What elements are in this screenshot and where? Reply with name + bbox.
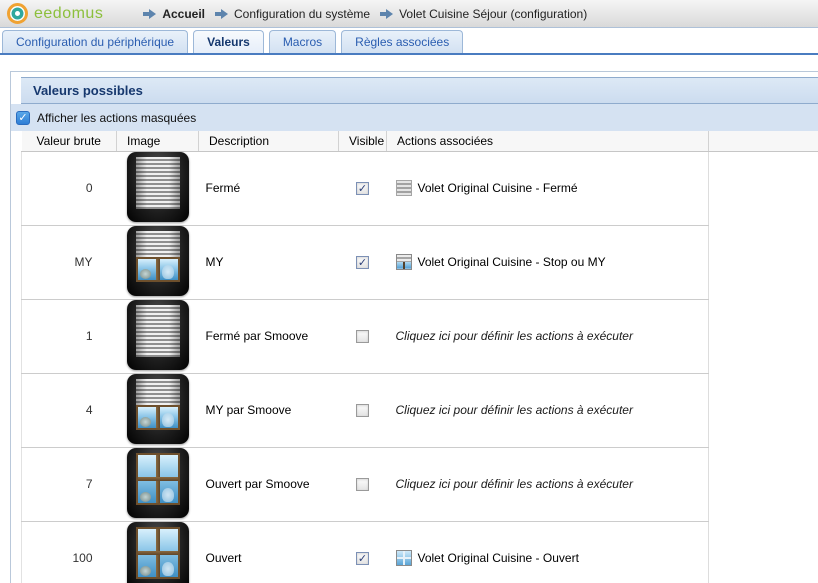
row-filler xyxy=(709,373,818,447)
shutter-image[interactable] xyxy=(127,448,189,518)
action-cell-content[interactable]: Volet Original Cuisine - Ouvert xyxy=(396,550,709,566)
raw-value: 0 xyxy=(22,151,117,225)
table-row: 100 Ouvert ✓ Volet Original Cuisine - Ou… xyxy=(22,521,818,583)
visible-checkbox[interactable]: ✓ xyxy=(356,552,369,565)
action-cell-content[interactable]: Volet Original Cuisine - Fermé xyxy=(396,180,709,196)
values-panel: Valeurs possibles ✓ Afficher les actions… xyxy=(10,71,818,583)
col-header-description: Description xyxy=(199,131,339,151)
description: MY xyxy=(199,225,339,299)
app-header: eedomus Accueil Configuration du système… xyxy=(0,0,818,28)
values-table: Valeur brute Image Description Visible A… xyxy=(21,131,818,583)
action-placeholder: Cliquez ici pour définir les actions à e… xyxy=(396,477,633,491)
shutter-image-window xyxy=(136,453,180,511)
description: Ouvert xyxy=(199,521,339,583)
description: Fermé xyxy=(199,151,339,225)
raw-value: 100 xyxy=(22,521,117,583)
row-filler xyxy=(709,151,818,225)
visible-checkbox[interactable]: ✓ xyxy=(356,330,369,343)
breadcrumb-arrow-icon xyxy=(143,8,156,20)
breadcrumb-arrow-icon xyxy=(380,8,393,20)
tab-configuration-peripherique[interactable]: Configuration du périphérique xyxy=(2,30,188,53)
panel-title: Valeurs possibles xyxy=(21,77,818,104)
tab-regles-associees[interactable]: Règles associées xyxy=(341,30,463,53)
breadcrumb-accueil[interactable]: Accueil xyxy=(162,7,205,21)
raw-value: 4 xyxy=(22,373,117,447)
tab-valeurs[interactable]: Valeurs xyxy=(193,30,264,53)
shutter-image[interactable] xyxy=(127,300,189,370)
table-row: MY MY ✓ Volet Original Cuisine - Stop ou… xyxy=(22,225,818,299)
action-cell-content[interactable]: Volet Original Cuisine - Stop ou MY xyxy=(396,254,709,270)
raw-value: MY xyxy=(22,225,117,299)
breadcrumb: Accueil Configuration du système Volet C… xyxy=(143,7,597,21)
shutter-image[interactable] xyxy=(127,522,189,583)
shutter-image-window xyxy=(136,231,180,289)
values-table-header: Valeur brute Image Description Visible A… xyxy=(22,131,818,151)
visible-checkbox[interactable]: ✓ xyxy=(356,182,369,195)
filter-row: ✓ Afficher les actions masquées xyxy=(11,104,818,131)
action-placeholder: Cliquez ici pour définir les actions à e… xyxy=(396,403,633,417)
col-header-actions-associees: Actions associées xyxy=(387,131,709,151)
action-label: Volet Original Cuisine - Stop ou MY xyxy=(418,255,606,269)
raw-value: 1 xyxy=(22,299,117,373)
eedomus-logo-icon xyxy=(7,3,28,24)
values-table-body: 0 Fermé ✓ Volet Original Cuisine - Fermé xyxy=(22,151,818,583)
action-placeholder: Cliquez ici pour définir les actions à e… xyxy=(396,329,633,343)
action-label: Volet Original Cuisine - Fermé xyxy=(418,181,578,195)
show-hidden-actions-checkbox[interactable]: ✓ xyxy=(16,111,30,125)
row-filler xyxy=(709,447,818,521)
shutter-image[interactable] xyxy=(127,374,189,444)
tab-bar: Configuration du périphérique Valeurs Ma… xyxy=(0,30,818,55)
description: Fermé par Smoove xyxy=(199,299,339,373)
visible-checkbox[interactable]: ✓ xyxy=(356,478,369,491)
col-header-image: Image xyxy=(117,131,199,151)
shutter-image[interactable] xyxy=(127,226,189,296)
col-header-visible: Visible xyxy=(339,131,387,151)
tab-macros[interactable]: Macros xyxy=(269,30,336,53)
shutter-image-window xyxy=(136,379,180,437)
breadcrumb-configuration-systeme[interactable]: Configuration du système xyxy=(234,7,370,21)
show-hidden-actions-label[interactable]: Afficher les actions masquées xyxy=(37,111,196,125)
shutter-image-window xyxy=(136,305,180,363)
row-filler xyxy=(709,299,818,373)
table-row: 0 Fermé ✓ Volet Original Cuisine - Fermé xyxy=(22,151,818,225)
visible-checkbox[interactable]: ✓ xyxy=(356,404,369,417)
table-row: 1 Fermé par Smoove ✓ Cliquez ici pour dé… xyxy=(22,299,818,373)
description: MY par Smoove xyxy=(199,373,339,447)
action-cell-content[interactable]: Cliquez ici pour définir les actions à e… xyxy=(396,477,709,491)
action-icon xyxy=(396,550,412,566)
col-header-filler xyxy=(709,131,818,151)
action-icon xyxy=(396,254,412,270)
action-cell-content[interactable]: Cliquez ici pour définir les actions à e… xyxy=(396,403,709,417)
shutter-image-window xyxy=(136,157,180,215)
description: Ouvert par Smoove xyxy=(199,447,339,521)
action-icon xyxy=(396,180,412,196)
shutter-image-window xyxy=(136,527,180,583)
breadcrumb-volet-cuisine[interactable]: Volet Cuisine Séjour (configuration) xyxy=(399,7,587,21)
col-header-valeur-brute: Valeur brute xyxy=(22,131,117,151)
visible-checkbox[interactable]: ✓ xyxy=(356,256,369,269)
action-label: Volet Original Cuisine - Ouvert xyxy=(418,551,579,565)
raw-value: 7 xyxy=(22,447,117,521)
eedomus-logo-text: eedomus xyxy=(34,5,103,23)
breadcrumb-arrow-icon xyxy=(215,8,228,20)
shutter-image[interactable] xyxy=(127,152,189,222)
action-cell-content[interactable]: Cliquez ici pour définir les actions à e… xyxy=(396,329,709,343)
table-row: 4 MY par Smoove ✓ Cliquez ici pour défin… xyxy=(22,373,818,447)
row-filler xyxy=(709,225,818,299)
eedomus-logo[interactable]: eedomus xyxy=(7,3,103,24)
table-row: 7 Ouvert par Smoove ✓ Cliquez ici pour d… xyxy=(22,447,818,521)
row-filler xyxy=(709,521,818,583)
